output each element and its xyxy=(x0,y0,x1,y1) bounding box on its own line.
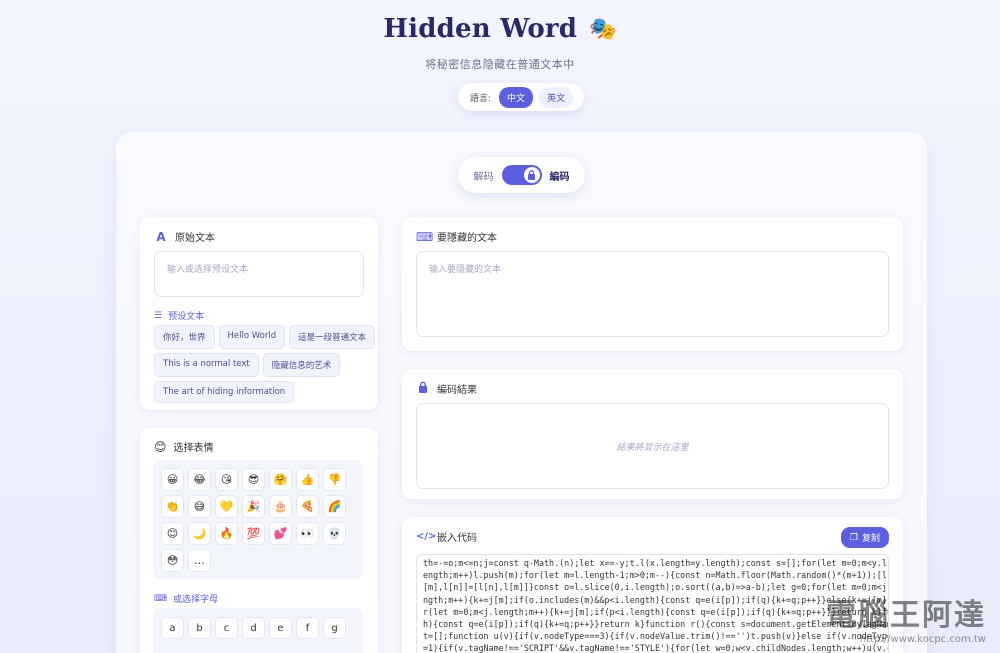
letter-button[interactable]: d xyxy=(242,617,265,639)
mode-switch[interactable] xyxy=(501,165,542,185)
letters-label: ⌨ 或选择字母 xyxy=(154,592,219,606)
emoji-button[interactable]: 🎉 xyxy=(242,495,265,518)
letters-title: 或选择字母 xyxy=(173,595,219,605)
emoji-title: 选择表情 xyxy=(173,443,214,454)
hidden-text-header: ⌨ 要隱藏的文本 xyxy=(416,229,497,245)
letter-button[interactable]: b xyxy=(188,617,211,639)
emoji-button[interactable]: 😘 xyxy=(215,468,238,491)
app-header: Hidden Word 🎭 将秘密信息隐藏在普通文本中 xyxy=(0,14,1000,72)
original-text-header: A 原始文本 xyxy=(154,229,215,245)
emoji-button[interactable]: 🌙 xyxy=(188,522,211,545)
letter-button[interactable]: g xyxy=(323,617,346,639)
decode-mode-label[interactable]: 解码 xyxy=(474,168,494,183)
hidden-text-title: 要隱藏的文本 xyxy=(437,233,497,244)
keyboard-icon: ⌨ xyxy=(416,229,434,244)
emoji-button[interactable]: 👎 xyxy=(323,468,346,491)
hidden-text-placeholder: 输入要隱藏的文本 xyxy=(429,265,502,275)
copy-label: 复制 xyxy=(861,534,880,544)
emoji-button[interactable]: 🌈 xyxy=(323,495,346,518)
presets-label: ☰ 预设文本 xyxy=(154,309,205,323)
lang-chinese-button[interactable]: 中文 xyxy=(499,86,534,108)
embed-code-title: 嵌入代码 xyxy=(437,533,477,544)
presets-label-text: 预设文本 xyxy=(168,312,205,322)
preset-chip[interactable]: 隐藏信息的艺术 xyxy=(262,353,341,377)
original-text-title: 原始文本 xyxy=(175,233,215,244)
embed-code-box[interactable]: th=-=o;m<=n;j=const q-Math.(n);let x==-y… xyxy=(416,554,889,653)
emoji-button[interactable]: 🎂 xyxy=(269,495,292,518)
encode-mode-label[interactable]: 編码 xyxy=(550,168,570,183)
app-title: Hidden Word xyxy=(383,14,578,44)
app-subtitle: 将秘密信息隐藏在普通文本中 xyxy=(425,58,575,71)
code-line: t=[];function u(v){if(v.nodeType===3){if… xyxy=(423,631,889,642)
original-text-input[interactable]: 输入或选择预设文本 xyxy=(154,251,364,297)
preset-chip[interactable]: This is a normal text xyxy=(154,353,259,377)
encode-result-header: 編码結果 xyxy=(416,381,477,396)
code-line: r(let m=0;m<j.length;m++){k+=j[m];if(p<i… xyxy=(423,606,889,617)
list-icon: ☰ xyxy=(154,310,163,321)
hidden-text-card: ⌨ 要隱藏的文本 输入要隱藏的文本 xyxy=(402,217,903,351)
emoji-button[interactable]: 😀 xyxy=(161,468,184,491)
language-switch: 語言: 中文 英文 xyxy=(458,83,584,111)
lang-english-button[interactable]: 英文 xyxy=(539,86,574,108)
emoji-button[interactable]: 😎 xyxy=(242,468,265,491)
original-text-card: A 原始文本 输入或选择预设文本 ☰ 预设文本 你好，世界 Hello Worl… xyxy=(140,217,378,410)
emoji-grid: 😀 😂 😘 😎 🤗 👍 👎 👏 😅 💛 🎉 🎂 🍕 🌈 😊 🌙 🔥 💯 💕 👀 💀 😳… xyxy=(153,460,363,579)
emoji-button[interactable]: 😊 xyxy=(161,522,184,545)
embed-code-header: </> 嵌入代码 xyxy=(416,529,477,544)
preset-chip[interactable]: 這是一段普通文本 xyxy=(289,325,376,349)
watermark: 電腦王阿達 http://www.kocpc.com.tw xyxy=(826,590,986,645)
mode-toggle[interactable]: 解码 編码 xyxy=(458,157,585,193)
code-icon: </> xyxy=(416,531,437,542)
letters-grid: abcdefg xyxy=(153,608,363,653)
encode-result-output[interactable]: 結果將显示在這里 xyxy=(416,403,889,489)
code-line: th=-=o;m<=n;j=const q-Math.(n);let x==-y… xyxy=(423,558,887,568)
keyboard-icon: ⌨ xyxy=(154,593,167,604)
copy-icon: ❐ xyxy=(849,532,858,543)
hidden-text-input[interactable]: 输入要隱藏的文本 xyxy=(416,251,889,337)
preset-chip[interactable]: Hello World xyxy=(218,325,286,349)
encode-result-placeholder: 結果將显示在這里 xyxy=(616,443,689,453)
emoji-button[interactable]: 🔥 xyxy=(215,522,238,545)
code-line: h){const q=e(i[p]);if(q){k+=q;p++}}retur… xyxy=(423,619,889,630)
watermark-text: 電腦王阿達 xyxy=(826,598,986,633)
code-line: ength;m++)l.push(m);for(let m=l.length-1… xyxy=(423,570,887,581)
watermark-url: http://www.kocpc.com.tw xyxy=(859,634,986,645)
emoji-button[interactable]: 🤗 xyxy=(269,468,292,491)
encode-result-title: 編码結果 xyxy=(437,385,477,396)
font-a-icon: A xyxy=(156,229,166,244)
emoji-card: 😊 选择表情 😀 😂 😘 😎 🤗 👍 👎 👏 😅 💛 🎉 🎂 🍕 🌈 😊 🌙 🔥 💯 💕 👀 💀 😳… ⌨ 或选择字母 a… xyxy=(140,428,378,653)
letter-button[interactable]: f xyxy=(296,617,319,639)
encode-result-card: 編码結果 結果將显示在這里 xyxy=(402,369,903,499)
emoji-button[interactable]: 👏 xyxy=(161,495,184,518)
emoji-button[interactable]: 😅 xyxy=(188,495,211,518)
emoji-header: 😊 选择表情 xyxy=(154,439,214,455)
emoji-button[interactable]: 👍 xyxy=(296,468,319,491)
copy-button[interactable]: ❐ 复制 xyxy=(840,527,889,548)
lock-icon xyxy=(523,167,540,183)
emoji-button[interactable]: 😳 xyxy=(161,549,184,572)
lock-icon xyxy=(416,381,430,396)
code-line: ngth;m++){k+=j[m];if(o.includes(m)&&p<i.… xyxy=(423,594,889,605)
emoji-button[interactable]: … xyxy=(188,549,211,572)
letter-button[interactable]: e xyxy=(269,617,292,639)
theater-masks-icon: 🎭 xyxy=(589,16,617,42)
emoji-button[interactable]: 💯 xyxy=(242,522,265,545)
code-line: =1){if(v.tagName!=='SCRIPT'&&v.tagName!=… xyxy=(423,643,889,653)
language-label: 語言: xyxy=(470,93,492,104)
emoji-button[interactable]: 💀 xyxy=(323,522,346,545)
preset-chip[interactable]: The art of hiding information xyxy=(154,381,295,403)
smiley-icon: 😊 xyxy=(154,439,167,454)
code-line: [m],l[n]]=[l[n],l[m]]}const o=l.slice(0,… xyxy=(423,582,889,593)
original-text-placeholder: 输入或选择预设文本 xyxy=(167,265,249,275)
letter-button[interactable]: c xyxy=(215,617,238,639)
emoji-button[interactable]: 😂 xyxy=(188,468,211,491)
letter-button[interactable]: a xyxy=(161,617,184,639)
preset-chip[interactable]: 你好，世界 xyxy=(154,325,215,349)
preset-chips: 你好，世界 Hello World 這是一段普通文本 This is a nor… xyxy=(154,325,376,403)
emoji-button[interactable]: 💛 xyxy=(215,495,238,518)
emoji-button[interactable]: 👀 xyxy=(296,522,319,545)
emoji-button[interactable]: 💕 xyxy=(269,522,292,545)
emoji-button[interactable]: 🍕 xyxy=(296,495,319,518)
